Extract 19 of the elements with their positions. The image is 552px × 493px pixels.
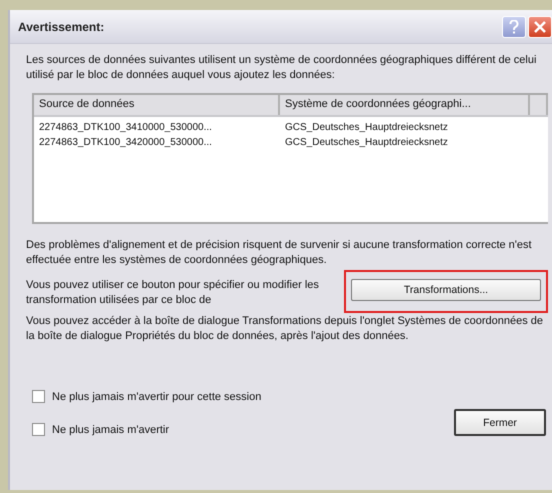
info-text: Vous pouvez accéder à la boîte de dialogue Transformations depuis l'onglet Systèmes de coordonnées de la boîte de dialogue Propriétés du bloc de données, après l'ajout des données.: [26, 314, 544, 344]
close-icon[interactable]: [528, 16, 552, 38]
checkbox[interactable]: [32, 390, 45, 403]
transformations-button[interactable]: Transformations...: [351, 279, 541, 301]
table-cell-text: GCS_Deutsches_Hauptdreiecksnetz: [285, 136, 449, 150]
intro-text: Les sources de données suivantes utilisent un système de coordonnées géographiques différent de celui utilisé par le bloc de données auquel vous ajoutez les données:: [26, 53, 538, 83]
table-cell-text: 2274863_DTK100_3420000_530000...: [39, 136, 213, 150]
table-cell-text: GCS_Deutsches_Hauptdreiecksnetz: [285, 121, 449, 135]
checkbox-label: Ne plus jamais m'avertir pour cette session: [52, 390, 262, 402]
column-header[interactable]: Système de coordonnées géographi...: [280, 95, 530, 115]
column-header[interactable]: Source de données: [34, 95, 280, 115]
checkbox-label: Ne plus jamais m'avertir: [52, 424, 170, 436]
close-button[interactable]: Fermer: [454, 409, 546, 436]
button-hint-text: Vous pouvez utiliser ce bouton pour spécifier ou modifier les transformation utilisées par ce bloc de: [26, 278, 320, 308]
warning-text: Des problèmes d'alignement et de précision risquent de survenir si aucune transformation correcte n'est effectuée entre les systèmes de coordonnées géographiques.: [26, 238, 533, 268]
help-icon[interactable]: [502, 16, 526, 38]
window-title: Avertissement:: [18, 20, 106, 34]
table-cell-text: 2274863_DTK100_3410000_530000...: [39, 121, 213, 135]
checkbox[interactable]: [32, 423, 45, 436]
